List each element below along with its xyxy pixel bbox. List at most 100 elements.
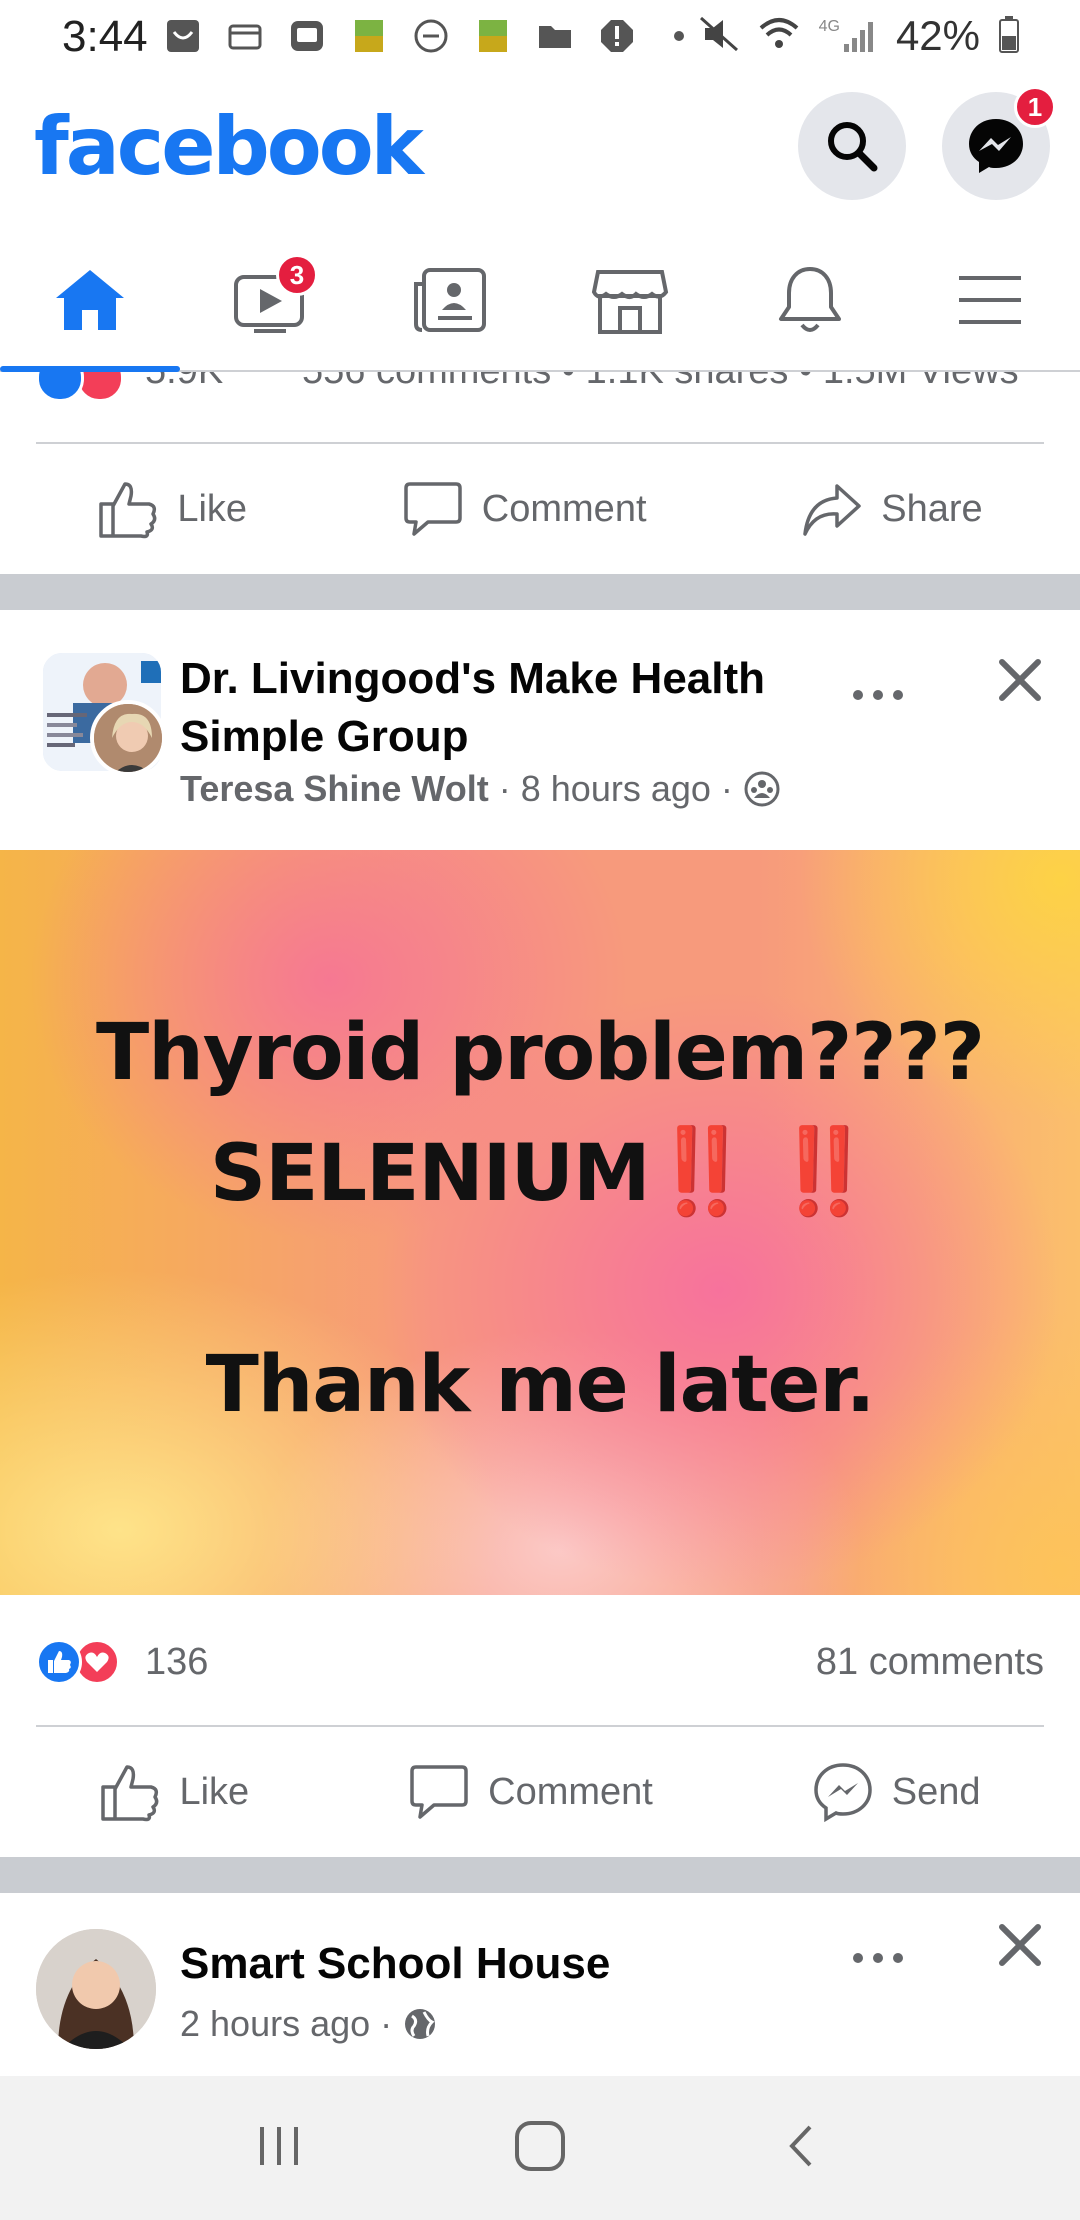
post-stats: 136 81 comments <box>0 1595 1080 1725</box>
comment-button[interactable]: Comment <box>408 1761 653 1823</box>
image-text-line-2: SELENIUM‼️ ‼️ <box>0 1122 1080 1221</box>
meta-dot: · <box>720 768 733 809</box>
post-time[interactable]: 2 hours ago <box>180 2003 370 2045</box>
messenger-badge: 1 <box>1014 86 1056 128</box>
post-options-button[interactable] <box>850 666 906 716</box>
thumbs-up-icon <box>99 482 157 539</box>
main-tabs: 3 <box>0 230 1080 372</box>
group-privacy-icon <box>744 771 780 807</box>
comment-icon <box>404 482 462 536</box>
tab-menu[interactable] <box>900 230 1080 370</box>
author-avatar[interactable] <box>90 700 166 776</box>
share-icon <box>803 484 861 536</box>
lottery-icon <box>475 18 511 54</box>
thumbs-up-icon <box>101 1765 159 1822</box>
tab-marketplace[interactable] <box>540 230 720 370</box>
post-time[interactable]: 8 hours ago <box>521 768 711 810</box>
post-text-image[interactable]: Thyroid problem???? SELENIUM‼️ ‼️ Thank … <box>0 850 1080 1595</box>
tab-home[interactable] <box>0 230 180 372</box>
image-text-line-1: Thyroid problem???? <box>96 1008 985 1098</box>
close-icon <box>999 1924 1041 1966</box>
home-icon <box>56 270 124 330</box>
page-name[interactable]: Smart School House <box>180 1939 610 1989</box>
marketplace-icon <box>591 270 669 334</box>
comment-icon <box>410 1765 468 1819</box>
like-button[interactable]: Like <box>99 1761 249 1823</box>
comment-button[interactable]: Comment <box>402 478 647 540</box>
previous-post-stats: 5.9K 556 comments • 1.1K shares • 1.5M V… <box>0 372 1080 442</box>
globe-icon <box>405 2009 436 2039</box>
post-meta: Teresa Shine Wolt · 8 hours ago · <box>180 768 781 810</box>
share-label: Share <box>881 487 983 530</box>
lottery-icon <box>351 18 387 54</box>
status-time: 3:44 <box>62 12 148 61</box>
post-header: Dr. Livingood's Make Health Simple Group… <box>0 610 1080 850</box>
back-button[interactable] <box>776 2121 826 2176</box>
next-post-meta: 2 hours ago · <box>180 2003 438 2045</box>
messenger-button[interactable]: 1 <box>942 86 1056 200</box>
tab-watch[interactable]: 3 <box>180 230 360 370</box>
like-reaction-icon <box>36 1639 82 1685</box>
comment-count[interactable]: 81 comments <box>816 1641 1044 1684</box>
tab-notifications[interactable] <box>720 230 900 370</box>
send-button[interactable]: Send <box>812 1761 981 1823</box>
news-feed: 5.9K 556 comments • 1.1K shares • 1.5M V… <box>0 372 1080 2063</box>
folder-icon <box>537 18 573 54</box>
meta-dot: · <box>380 2003 393 2044</box>
bell-icon <box>779 267 841 332</box>
network-type: 4G <box>818 18 840 35</box>
search-button[interactable] <box>798 92 906 200</box>
android-nav-bar <box>0 2076 1080 2220</box>
author-name[interactable]: Teresa Shine Wolt <box>180 768 489 810</box>
watch-badge: 3 <box>276 254 318 296</box>
next-post-header: Smart School House 2 hours ago · <box>0 1893 1080 2063</box>
battery-icon <box>998 14 1020 59</box>
comment-label: Comment <box>488 1770 653 1813</box>
search-icon <box>828 122 878 172</box>
share-button[interactable]: Share <box>801 478 983 540</box>
send-label: Send <box>891 1770 981 1813</box>
hide-post-button[interactable] <box>990 1915 1050 1975</box>
post-actions: Like Comment Send <box>0 1727 1080 1857</box>
double-exclamation-emoji: ‼️ ‼️ <box>649 1122 876 1220</box>
news-icon <box>414 268 486 332</box>
post-options-button[interactable] <box>850 1929 906 1979</box>
home-nav-icon <box>515 2120 565 2171</box>
wallet-icon <box>227 18 263 54</box>
previous-reaction-count[interactable]: 5.9K <box>145 372 223 393</box>
image-text-line-3: Thank me later. <box>205 1340 876 1430</box>
post-separator <box>0 1857 1080 1893</box>
like-button[interactable]: Like <box>97 478 247 540</box>
hide-post-button[interactable] <box>990 650 1050 710</box>
app-notification-icon <box>165 18 201 54</box>
like-reaction-icon <box>36 372 84 402</box>
notification-icons <box>165 18 697 54</box>
group-name[interactable]: Dr. Livingood's Make Health Simple Group <box>180 650 820 766</box>
meta-dot: · <box>498 768 511 809</box>
do-not-disturb-icon <box>413 18 449 54</box>
messenger-send-icon <box>814 1763 872 1823</box>
app-header: facebook 1 <box>0 80 1080 230</box>
card-icon <box>289 18 325 54</box>
more-options-icon <box>853 690 903 700</box>
image-text-selenium: SELENIUM <box>209 1129 651 1219</box>
reaction-icons[interactable] <box>36 1639 120 1685</box>
close-icon <box>999 659 1041 701</box>
previous-post-actions: Like Comment Share <box>0 444 1080 574</box>
home-button[interactable] <box>512 2118 568 2179</box>
status-bar: 3:44 4G 42% <box>0 0 1080 80</box>
post-separator <box>0 574 1080 610</box>
previous-post-stat-line[interactable]: 556 comments • 1.1K shares • 1.5M Views <box>302 372 1019 393</box>
reaction-count[interactable]: 136 <box>145 1641 208 1684</box>
tab-news[interactable] <box>360 230 540 370</box>
signal-icon: 4G <box>819 18 878 54</box>
back-icon <box>789 2125 812 2166</box>
recent-apps-button[interactable] <box>254 2121 304 2176</box>
previous-reaction-icons <box>36 372 124 402</box>
more-options-icon <box>853 1953 903 1963</box>
more-dot-icon <box>661 18 697 54</box>
facebook-logo[interactable]: facebook <box>34 100 424 193</box>
page-avatar[interactable] <box>36 1929 156 2049</box>
comment-label: Comment <box>481 487 647 530</box>
battery-percent: 42% <box>895 12 980 59</box>
